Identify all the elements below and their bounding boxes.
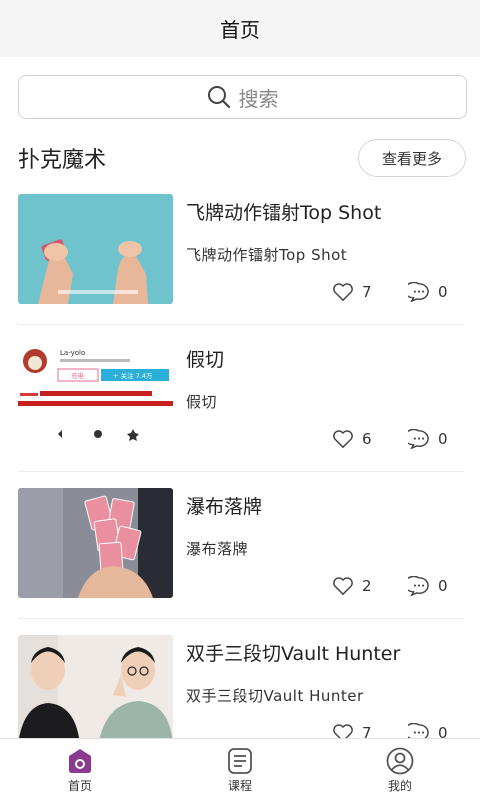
comment-count-value: 0 <box>438 283 448 301</box>
comment-count[interactable]: 0 <box>408 429 448 449</box>
nav-item-home[interactable]: 首页 <box>0 739 160 800</box>
comment-icon <box>408 429 429 449</box>
thumb-follow-count: 7.4万 <box>136 372 153 380</box>
bottom-navigation: 首页 课程 我的 <box>0 738 480 800</box>
heart-icon <box>333 430 353 448</box>
comment-count-value: 0 <box>438 577 448 595</box>
list-item[interactable]: 飞牌动作镭射Top Shot 飞牌动作镭射Top Shot 7 0 <box>18 178 464 325</box>
video-thumbnail <box>18 488 173 598</box>
item-description: 假切 <box>186 393 218 411</box>
top-bar: 首页 <box>0 0 480 57</box>
comment-count[interactable]: 0 <box>408 576 448 596</box>
comment-icon <box>408 282 429 302</box>
nav-item-course[interactable]: 课程 <box>160 739 320 800</box>
comment-count-value: 0 <box>438 430 448 448</box>
like-count[interactable]: 2 <box>332 576 408 596</box>
item-stats: 7 0 <box>332 723 448 738</box>
comment-icon <box>408 723 429 738</box>
search-bar[interactable]: 搜索 <box>18 75 467 119</box>
home-icon <box>69 749 91 773</box>
heart-icon <box>333 724 353 738</box>
course-icon <box>228 748 252 774</box>
thumb-charge-label: 充电 <box>71 371 85 380</box>
search-icon <box>207 86 230 109</box>
heart-icon <box>333 283 353 301</box>
nav-item-profile[interactable]: 我的 <box>320 739 480 800</box>
item-stats: 7 0 <box>332 282 448 302</box>
item-description: 飞牌动作镭射Top Shot <box>186 246 348 264</box>
list-item[interactable]: La-yolo 充电 + 关注 7.4万 假切 假切 6 0 <box>18 325 464 472</box>
section-title: 扑克魔术 <box>18 148 107 173</box>
item-stats: 6 0 <box>332 429 448 449</box>
like-count-value: 7 <box>362 724 372 738</box>
svg-text:+ 关注 7.4万: + 关注 7.4万 <box>113 371 153 380</box>
list-item[interactable]: 瀑布落牌 瀑布落牌 2 0 <box>18 472 464 619</box>
nav-label-course: 课程 <box>227 779 252 793</box>
thumb-follow-label: 关注 <box>121 371 135 380</box>
like-count[interactable]: 7 <box>332 723 408 738</box>
item-title: 飞牌动作镭射Top Shot <box>186 202 382 224</box>
item-title: 假切 <box>186 349 225 371</box>
search-placeholder: 搜索 <box>238 86 279 111</box>
nav-label-profile: 我的 <box>387 779 412 793</box>
comment-count[interactable]: 0 <box>408 282 448 302</box>
item-title: 双手三段切Vault Hunter <box>186 643 401 665</box>
like-count-value: 7 <box>362 283 372 301</box>
video-list: 飞牌动作镭射Top Shot 飞牌动作镭射Top Shot 7 0 La-yol… <box>18 178 464 738</box>
video-thumbnail: La-yolo 充电 + 关注 7.4万 <box>18 341 173 451</box>
video-thumbnail <box>18 635 173 738</box>
view-more-button[interactable]: 查看更多 <box>358 139 466 177</box>
item-description: 双手三段切Vault Hunter <box>186 687 364 705</box>
like-count[interactable]: 7 <box>332 282 408 302</box>
item-description: 瀑布落牌 <box>186 540 249 558</box>
list-item[interactable]: 双手三段切Vault Hunter 双手三段切Vault Hunter 7 0 <box>18 619 464 738</box>
profile-icon <box>386 747 414 775</box>
thumb-username: La-yolo <box>60 349 85 357</box>
comment-icon <box>408 576 429 596</box>
section-header: 扑克魔术 查看更多 <box>18 138 466 178</box>
like-count-value: 6 <box>362 430 372 448</box>
video-thumbnail <box>18 194 173 304</box>
item-title: 瀑布落牌 <box>186 496 263 518</box>
heart-icon <box>333 577 353 595</box>
comment-count-value: 0 <box>438 724 448 738</box>
page-title: 首页 <box>220 18 260 42</box>
like-count-value: 2 <box>362 577 372 595</box>
item-stats: 2 0 <box>332 576 448 596</box>
comment-count[interactable]: 0 <box>408 723 448 738</box>
nav-label-home: 首页 <box>67 779 92 793</box>
like-count[interactable]: 6 <box>332 429 408 449</box>
